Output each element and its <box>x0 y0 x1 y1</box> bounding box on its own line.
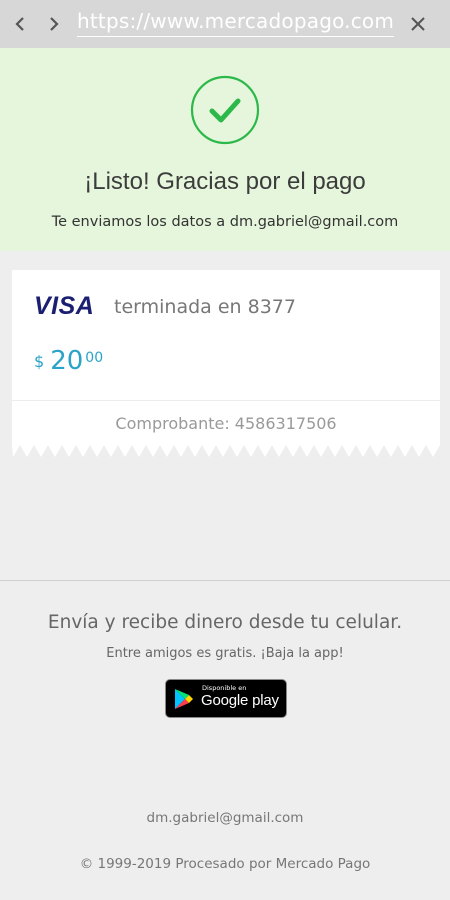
payment-amount: $20 00 <box>34 346 103 376</box>
google-play-badge-caption: Disponible en <box>202 684 247 692</box>
section-divider <box>0 580 450 581</box>
google-play-badge-label: Google play <box>201 692 279 709</box>
back-button[interactable] <box>10 14 30 34</box>
browser-toolbar: https://www.mercadopago.com <box>0 0 450 48</box>
visa-logo: VISA <box>34 292 95 320</box>
success-title: ¡Listo! Gracias por el pago <box>84 168 366 195</box>
close-icon <box>411 17 425 31</box>
check-circle-icon <box>190 75 260 145</box>
currency-symbol: $ <box>34 352 45 371</box>
promo-subtitle: Entre amigos es gratis. ¡Baja la app! <box>106 646 344 661</box>
payment-success-banner: ¡Listo! Gracias por el pago Te enviamos … <box>0 48 450 251</box>
chevron-left-icon <box>15 17 24 31</box>
google-play-badge[interactable]: Disponible en Google play <box>165 679 287 718</box>
amount-integer: 20 <box>50 346 84 376</box>
card-torn-edge <box>12 445 440 457</box>
footer-email: dm.gabriel@gmail.com <box>146 810 304 826</box>
address-bar[interactable]: https://www.mercadopago.com <box>77 9 395 37</box>
card-divider <box>12 400 440 401</box>
forward-button[interactable] <box>44 14 64 34</box>
footer-copyright: © 1999-2019 Procesado por Mercado Pago <box>79 856 371 872</box>
amount-decimals: 00 <box>85 350 104 366</box>
chevron-right-icon <box>50 17 59 31</box>
google-play-icon <box>175 689 193 709</box>
promo-title: Envía y recibe dinero desde tu celular. <box>47 612 403 633</box>
payment-receipt-card: VISA terminada en 8377 $20 00 Comprobante… <box>12 270 440 445</box>
close-button[interactable] <box>408 14 428 34</box>
receipt-number: Comprobante: 4586317506 <box>115 414 337 433</box>
card-ending: terminada en 8377 <box>114 296 296 318</box>
success-subtitle: Te enviamos los datos a dm.gabriel@gmail… <box>51 214 399 230</box>
